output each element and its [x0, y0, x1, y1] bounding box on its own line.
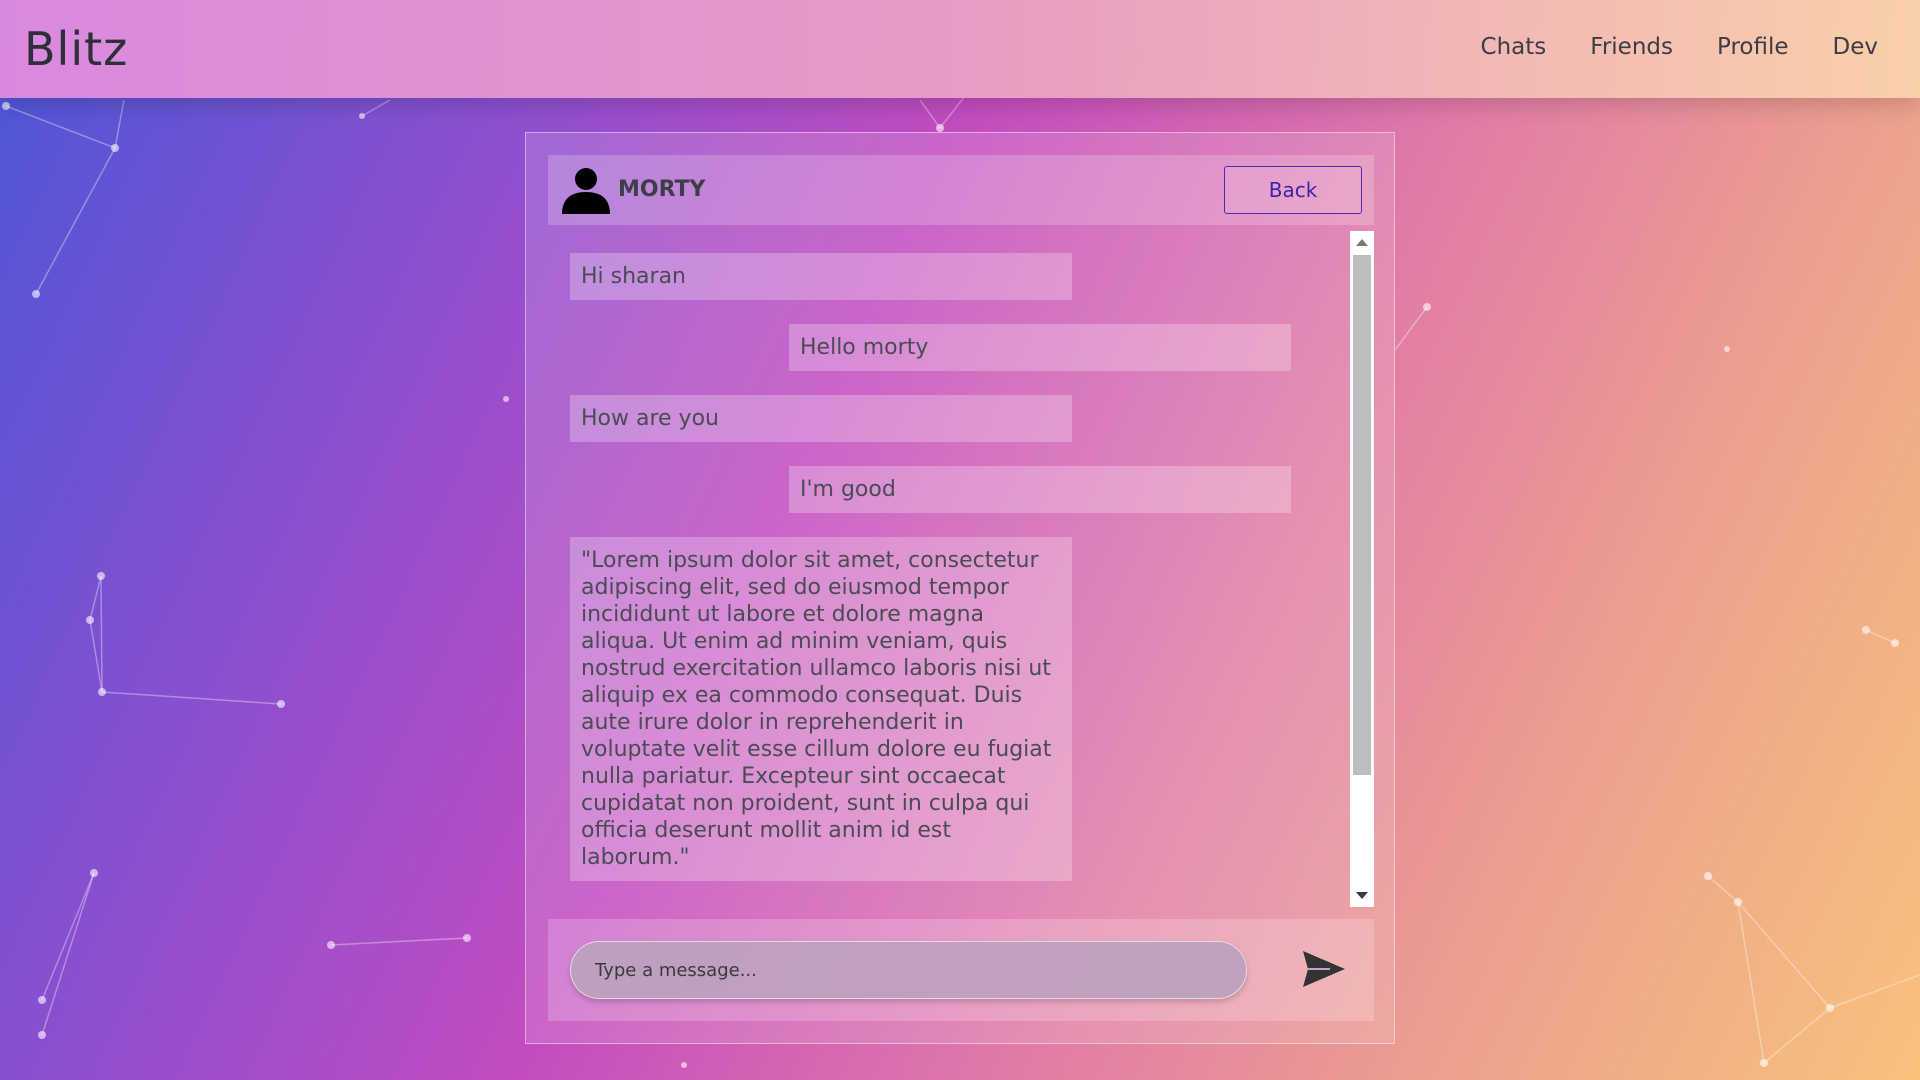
back-button[interactable]: Back: [1224, 166, 1362, 214]
app-logo[interactable]: Blitz: [24, 22, 128, 76]
message-input[interactable]: [570, 941, 1247, 999]
nav-link-profile[interactable]: Profile: [1717, 34, 1789, 60]
nav-link-friends[interactable]: Friends: [1590, 34, 1673, 60]
top-navbar: Blitz Chats Friends Profile Dev: [0, 0, 1920, 98]
contact-name: MORTY: [618, 177, 706, 202]
message-outgoing: I'm good: [789, 466, 1291, 513]
chat-header: MORTY Back: [548, 155, 1374, 225]
send-icon[interactable]: [1300, 947, 1348, 991]
nav-link-dev[interactable]: Dev: [1833, 34, 1878, 60]
message-incoming: "Lorem ipsum dolor sit amet, consectetur…: [570, 537, 1072, 881]
message-incoming: How are you: [570, 395, 1072, 442]
user-icon: [562, 168, 610, 214]
nav-link-chats[interactable]: Chats: [1481, 34, 1547, 60]
scroll-down-arrow-icon[interactable]: [1356, 892, 1368, 899]
message-incoming: Hi sharan: [570, 253, 1072, 300]
message-scrollbar[interactable]: [1350, 231, 1374, 907]
chat-window: MORTY Back Hi sharan Hello morty How are…: [525, 132, 1395, 1044]
scroll-up-arrow-icon[interactable]: [1356, 239, 1368, 246]
message-outgoing: Hello morty: [789, 324, 1291, 371]
message-list[interactable]: Hi sharan Hello morty How are you I'm go…: [548, 231, 1354, 1031]
nav-menu: Chats Friends Profile Dev: [1481, 34, 1878, 60]
scrollbar-thumb[interactable]: [1353, 255, 1371, 775]
message-composer: [548, 919, 1374, 1021]
